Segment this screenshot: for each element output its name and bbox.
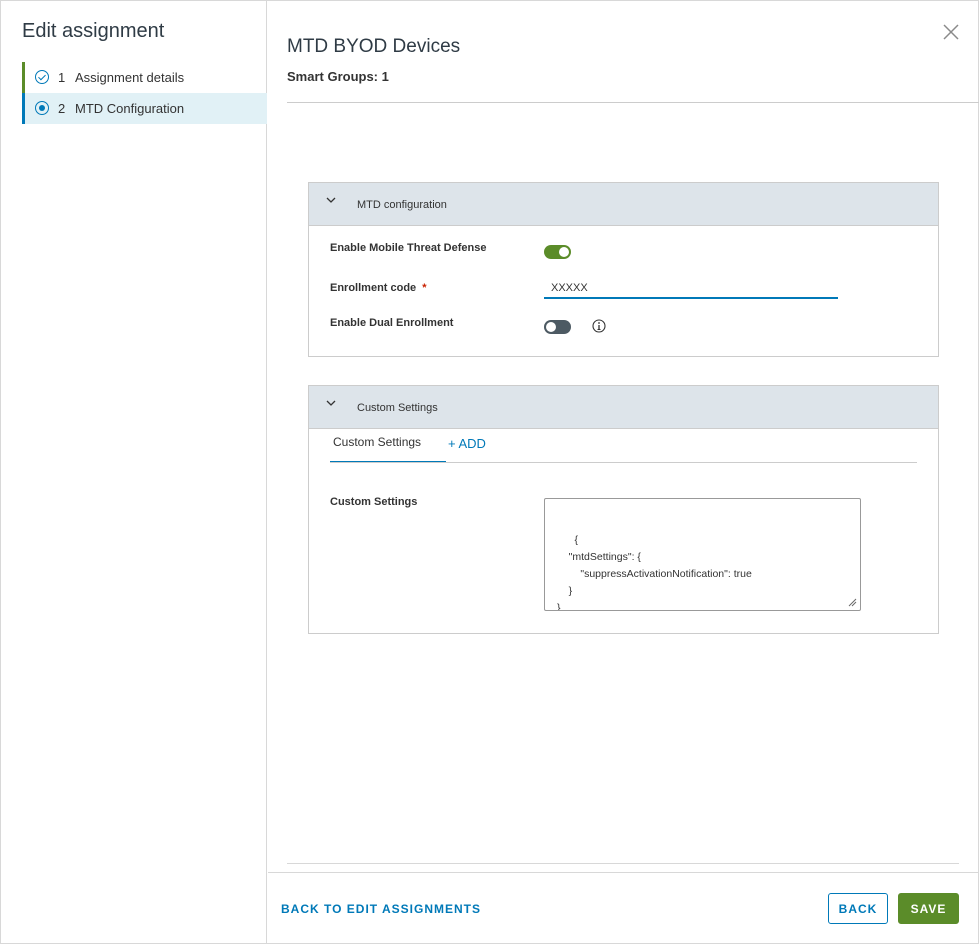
back-button[interactable]: BACK (828, 893, 888, 924)
page-title: MTD BYOD Devices (287, 36, 461, 57)
step-assignment-details[interactable]: 1 Assignment details (22, 62, 267, 93)
dual-enrollment-label: Enable Dual Enrollment (330, 317, 454, 329)
panel-title: MTD configuration (357, 199, 447, 211)
custom-settings-header[interactable]: Custom Settings (309, 386, 938, 429)
mtd-configuration-panel: MTD configuration Enable Mobile Threat D… (308, 182, 939, 357)
save-button[interactable]: SAVE (898, 893, 959, 924)
step-number: 2 (58, 101, 66, 116)
chevron-down-icon (326, 400, 336, 406)
content-bottom-divider (287, 863, 959, 864)
close-icon[interactable] (941, 22, 961, 42)
tab-divider (330, 462, 917, 463)
panel-title: Custom Settings (357, 402, 438, 414)
header-divider (287, 102, 979, 103)
enable-mtd-label: Enable Mobile Threat Defense (330, 242, 487, 254)
toggle-knob (546, 322, 556, 332)
toggle-knob (559, 247, 569, 257)
resize-handle-icon[interactable] (848, 598, 857, 607)
tab-custom-settings[interactable]: Custom Settings (330, 435, 446, 463)
enrollment-code-input[interactable] (544, 278, 838, 299)
add-custom-setting-tab[interactable]: + ADD (448, 436, 486, 451)
step-number: 1 (58, 70, 66, 85)
custom-settings-label: Custom Settings (330, 496, 418, 508)
step-label: Assignment details (75, 70, 185, 85)
info-icon[interactable] (592, 319, 606, 333)
custom-settings-panel: Custom Settings Custom Settings + ADD Cu… (308, 385, 939, 634)
required-marker: * (422, 282, 427, 294)
back-to-edit-assignments-button[interactable]: BACK TO EDIT ASSIGNMENTS (281, 902, 481, 916)
chevron-down-icon (326, 197, 336, 203)
step-mtd-configuration[interactable]: 2 MTD Configuration (22, 93, 267, 124)
enrollment-code-label: Enrollment code * (330, 282, 426, 294)
edit-assignment-modal: Edit assignment 1 Assignment details 2 M… (0, 0, 979, 944)
custom-settings-textarea[interactable]: { "mtdSettings": { "suppressActivationNo… (544, 498, 861, 611)
enrollment-code-label-text: Enrollment code (330, 282, 417, 294)
footer-divider (268, 872, 979, 873)
step-label: MTD Configuration (75, 101, 185, 116)
smart-groups-count: Smart Groups: 1 (287, 69, 389, 84)
dot-circle-icon (35, 101, 49, 115)
mtd-configuration-header[interactable]: MTD configuration (309, 183, 938, 226)
check-circle-icon (35, 70, 49, 84)
custom-settings-json: { "mtdSettings": { "suppressActivationNo… (557, 534, 752, 611)
dual-enrollment-toggle[interactable] (544, 320, 571, 334)
wizard-sidebar: Edit assignment 1 Assignment details 2 M… (1, 1, 267, 943)
enable-mtd-toggle[interactable] (544, 245, 571, 259)
sidebar-title: Edit assignment (22, 20, 165, 42)
